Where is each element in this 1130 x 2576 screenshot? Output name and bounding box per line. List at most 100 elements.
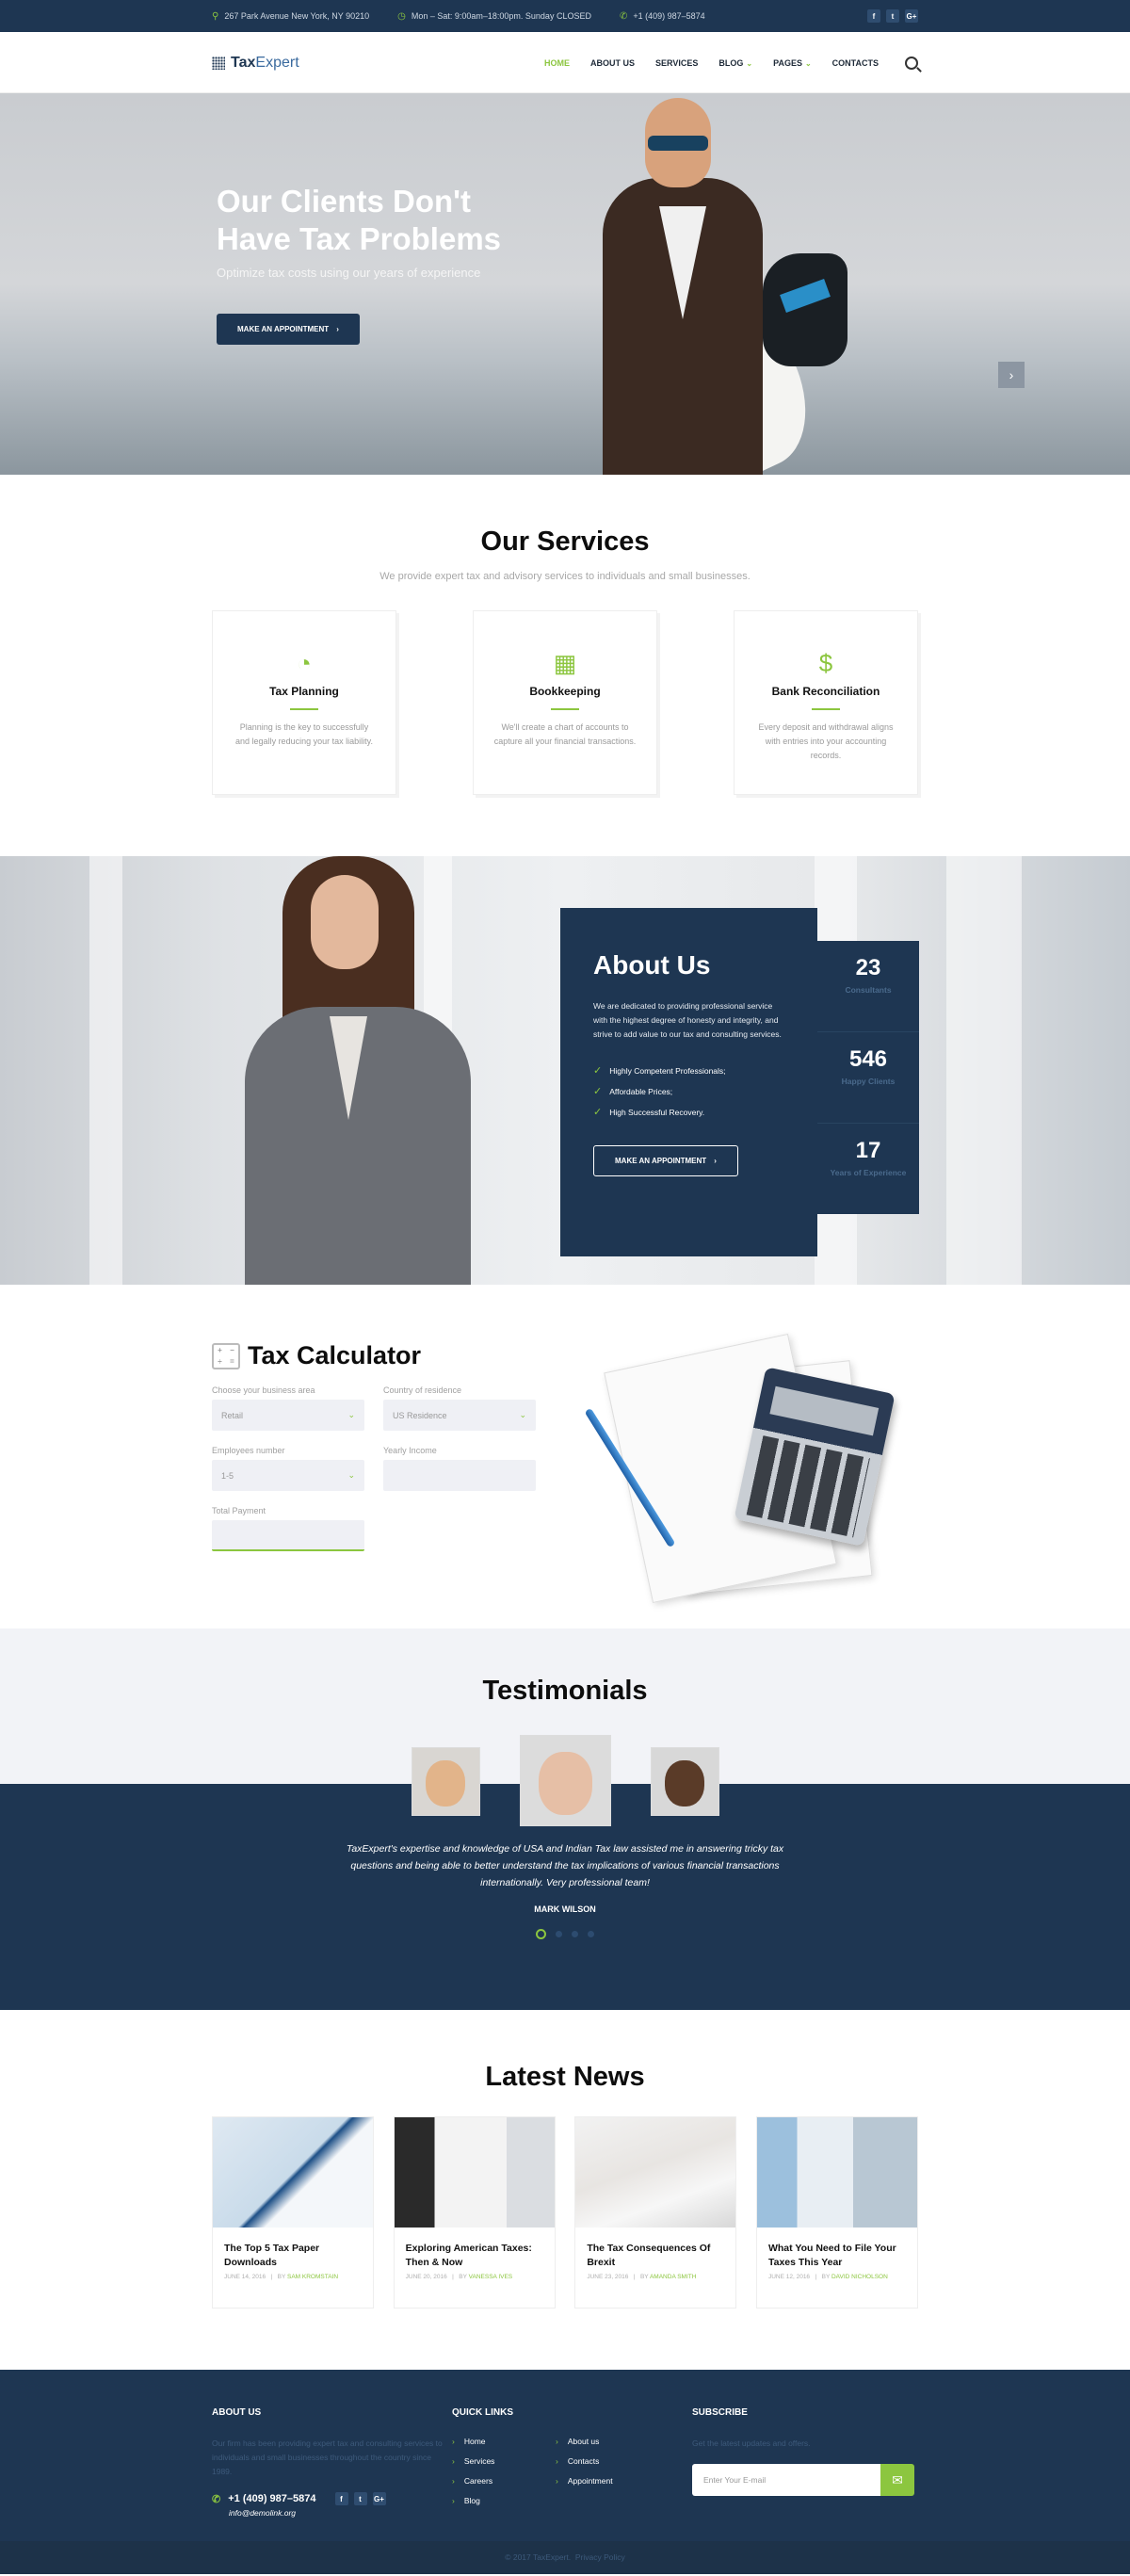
chevron-right-icon: › [556, 2476, 558, 2486]
news-card[interactable]: What You Need to File Your Taxes This Ye… [755, 2116, 918, 2309]
quote-text: TaxExpert's expertise and knowledge of U… [346, 1843, 784, 1888]
privacy-policy-link[interactable]: Privacy Policy [575, 2552, 625, 2562]
news-card[interactable]: The Top 5 Tax Paper Downloads JUNE 14, 2… [212, 2116, 374, 2309]
service-card-title: Tax Planning [269, 685, 339, 698]
news-card[interactable]: Exploring American Taxes: Then & Now JUN… [393, 2116, 556, 2309]
subscribe-button[interactable]: ✉ [880, 2464, 914, 2496]
hours-text: Mon – Sat: 9:00am–18:00pm. Sunday CLOSED [411, 11, 591, 21]
footer-link-about-us[interactable]: › About us [556, 2437, 659, 2446]
news-author[interactable]: SAM KROMSTAIN [287, 2274, 338, 2280]
chevron-right-icon: › [556, 2437, 558, 2446]
stat-consultants: 23 Consultants [817, 941, 919, 1032]
service-card-bank-reconciliation[interactable]: $ Bank Reconciliation Every deposit and … [734, 610, 918, 795]
about-card: About Us We are dedicated to providing p… [560, 908, 817, 1256]
news-card[interactable]: The Tax Consequences Of Brexit JUNE 23, … [574, 2116, 737, 2309]
news-title-link[interactable]: The Tax Consequences Of Brexit [587, 2242, 724, 2270]
google-plus-icon[interactable]: G+ [905, 9, 918, 23]
news-list: The Top 5 Tax Paper Downloads JUNE 14, 2… [212, 2116, 918, 2309]
service-card-title: Bookkeeping [529, 685, 601, 698]
footer-link-contacts[interactable]: › Contacts [556, 2456, 659, 2466]
stat-label: Happy Clients [841, 1077, 896, 1086]
twitter-icon[interactable]: t [353, 2492, 367, 2505]
news-image[interactable] [575, 2117, 736, 2228]
carousel-dot[interactable] [556, 1931, 562, 1937]
nav-item-services[interactable]: SERVICES [655, 58, 698, 68]
news-title-link[interactable]: Exploring American Taxes: Then & Now [406, 2242, 543, 2270]
news-title-link[interactable]: What You Need to File Your Taxes This Ye… [768, 2242, 906, 2270]
address-info: ⚲ 267 Park Avenue New York, NY 90210 [212, 11, 369, 22]
phone-info[interactable]: ✆ +1 (409) 987–5874 [620, 11, 705, 22]
total-payment-output[interactable] [212, 1520, 364, 1551]
footer-link-services[interactable]: › Services [452, 2456, 556, 2466]
address-text: 267 Park Avenue New York, NY 90210 [224, 11, 370, 21]
chevron-right-icon: › [336, 325, 339, 333]
footer-phone-number[interactable]: +1 (409) 987–5874 [228, 2493, 315, 2504]
footer-link-careers[interactable]: › Careers [452, 2476, 556, 2486]
stat-label: Consultants [845, 985, 892, 995]
facebook-icon[interactable]: f [867, 9, 880, 23]
news-author[interactable]: DAVID NICHOLSON [831, 2274, 888, 2280]
check-icon: ✓ [593, 1086, 603, 1097]
news-title-link[interactable]: The Top 5 Tax Paper Downloads [224, 2242, 362, 2270]
service-card-tax-planning[interactable]: ◔ Tax Planning Planning is the key to su… [212, 610, 396, 795]
make-appointment-button[interactable]: MAKE AN APPOINTMENT › [217, 314, 360, 345]
footer-link-appointment[interactable]: › Appointment [556, 2476, 659, 2486]
chevron-down-icon: ⌄ [347, 1470, 355, 1480]
divider [551, 708, 579, 710]
footer-heading: QUICK LINKS [452, 2407, 513, 2418]
logo[interactable]: Tax Expert [212, 55, 299, 72]
footer-link-home[interactable]: › Home [452, 2437, 556, 2446]
nav-item-home[interactable]: HOME [544, 58, 570, 68]
news-author[interactable]: VANESSA IVES [469, 2274, 512, 2280]
twitter-icon[interactable]: t [886, 9, 899, 23]
carousel-dot[interactable] [588, 1931, 594, 1937]
money-bag-icon: $ [818, 649, 833, 677]
avatar[interactable] [411, 1747, 480, 1816]
avatar[interactable] [650, 1747, 719, 1816]
footer-email-link[interactable]: info@demolink.org [229, 2508, 452, 2518]
service-card-text: Planning is the key to successfully and … [235, 722, 373, 746]
phone-text[interactable]: +1 (409) 987–5874 [633, 11, 704, 21]
facebook-icon[interactable]: f [334, 2492, 348, 2505]
service-card-bookkeeping[interactable]: ▦ Bookkeeping We'll create a chart of ac… [473, 610, 657, 795]
footer-quick-links: QUICK LINKS › Home › About us › Services › C… [452, 2407, 692, 2518]
nav-item-pages[interactable]: PAGES ⌄ [773, 58, 812, 68]
country-select[interactable]: US Residence ⌄ [383, 1400, 536, 1431]
make-appointment-label: MAKE AN APPOINTMENT [615, 1157, 707, 1165]
stats-panel: 23 Consultants 546 Happy Clients 17 Years o… [817, 941, 919, 1214]
news-author[interactable]: AMANDA SMITH [650, 2274, 696, 2280]
carousel-dot[interactable] [572, 1931, 578, 1937]
list-item-text: High Successful Recovery. [609, 1107, 705, 1117]
search-icon[interactable] [905, 56, 918, 70]
carousel-dot-active[interactable] [536, 1929, 546, 1939]
yearly-income-input[interactable] [383, 1460, 536, 1491]
hero-content: Our Clients Don't Have Tax Problems Optim… [217, 183, 501, 345]
google-plus-icon[interactable]: G+ [372, 2492, 386, 2505]
nav-item-about-us[interactable]: ABOUT US [590, 58, 635, 68]
stat-happy-clients: 546 Happy Clients [817, 1032, 919, 1124]
footer-link-blog[interactable]: › Blog [452, 2496, 556, 2505]
services-section: Our Services We provide expert tax and a… [0, 475, 1130, 856]
email-input[interactable]: Enter Your E-mail [692, 2464, 880, 2496]
clock-icon: ◷ [397, 10, 406, 22]
calculator-title: Tax Calculator [248, 1341, 422, 1369]
hero-title-line-2: Have Tax Problems [217, 221, 502, 256]
business-area-field: Choose your business area Retail ⌄ [212, 1385, 364, 1446]
pie-chart-icon: ◔ [297, 649, 312, 677]
avatar-active[interactable] [519, 1735, 611, 1826]
news-image[interactable] [394, 2117, 555, 2228]
nav-item-contacts[interactable]: CONTACTS [832, 58, 879, 68]
news-image[interactable] [213, 2117, 373, 2228]
employees-select[interactable]: 1-5 ⌄ [212, 1460, 364, 1491]
about-appointment-button[interactable]: MAKE AN APPOINTMENT › [593, 1145, 738, 1176]
news-date: JUNE 12, 2016 [767, 2274, 811, 2280]
logo-mark-icon [212, 56, 225, 70]
calculator-icon: + − ÷ = [212, 1342, 240, 1369]
business-area-select[interactable]: Retail ⌄ [212, 1400, 364, 1431]
news-image[interactable] [756, 2117, 917, 2228]
footer-heading: SUBSCRIBE [692, 2407, 748, 2418]
total-payment-field: Total Payment [212, 1506, 364, 1566]
service-card-title: Bank Reconciliation [771, 685, 880, 698]
slider-next-button[interactable]: › [998, 362, 1025, 388]
nav-item-blog[interactable]: BLOG ⌄ [718, 58, 752, 68]
